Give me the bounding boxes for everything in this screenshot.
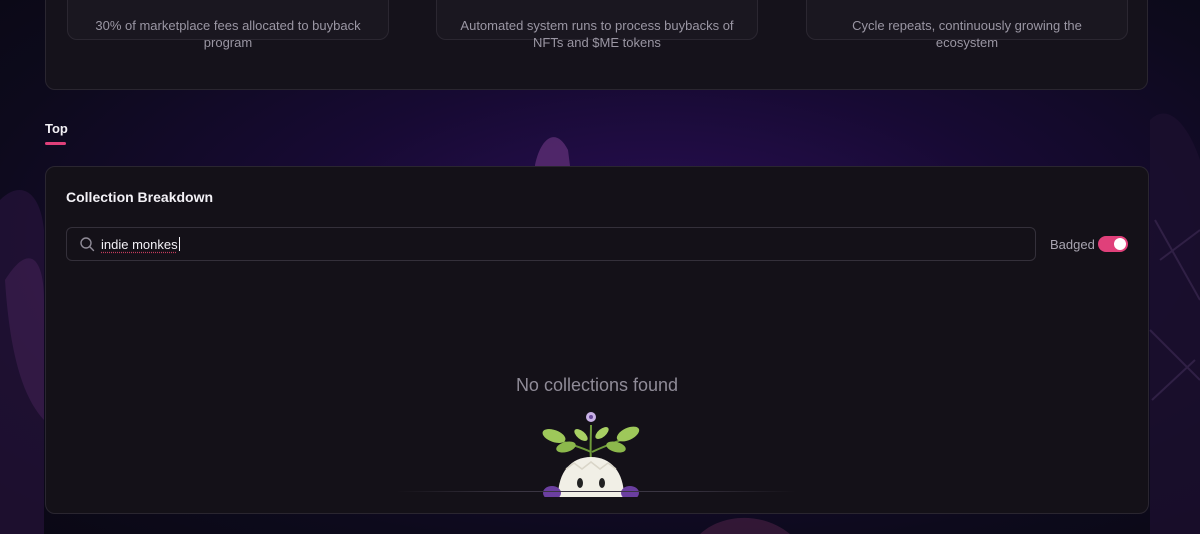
badged-toggle[interactable] [1098, 236, 1128, 252]
buyback-info-panel: 30% of marketplace fees allocated to buy… [45, 0, 1148, 90]
sprout-egg-mascot-icon [542, 412, 640, 497]
text-caret [178, 237, 180, 251]
empty-state-message: No collections found [515, 375, 679, 395]
search-icon [80, 237, 95, 252]
search-input-value[interactable]: indie monkes [101, 237, 180, 252]
badged-toggle-label: Badged [1050, 237, 1095, 252]
info-card-description: Automated system runs to process buyback… [460, 18, 734, 50]
info-card-description: Cycle repeats, continuously growing the … [852, 18, 1082, 50]
tab-active-indicator [45, 142, 66, 145]
info-card-cycle: Cycle repeats, continuously growing the … [806, 0, 1128, 50]
info-card-automation: Automated system runs to process buyback… [436, 0, 758, 50]
divider [396, 491, 796, 492]
tab-top[interactable]: Top [45, 121, 68, 136]
panel-title: Collection Breakdown [66, 189, 214, 205]
search-input[interactable]: indie monkes [66, 227, 1036, 261]
info-card-description: 30% of marketplace fees allocated to buy… [95, 18, 361, 50]
info-card-fees: 30% of marketplace fees allocated to buy… [67, 0, 389, 50]
collection-breakdown-panel: Collection Breakdown indie monkes Badged… [45, 166, 1149, 514]
toggle-knob [1114, 238, 1126, 250]
